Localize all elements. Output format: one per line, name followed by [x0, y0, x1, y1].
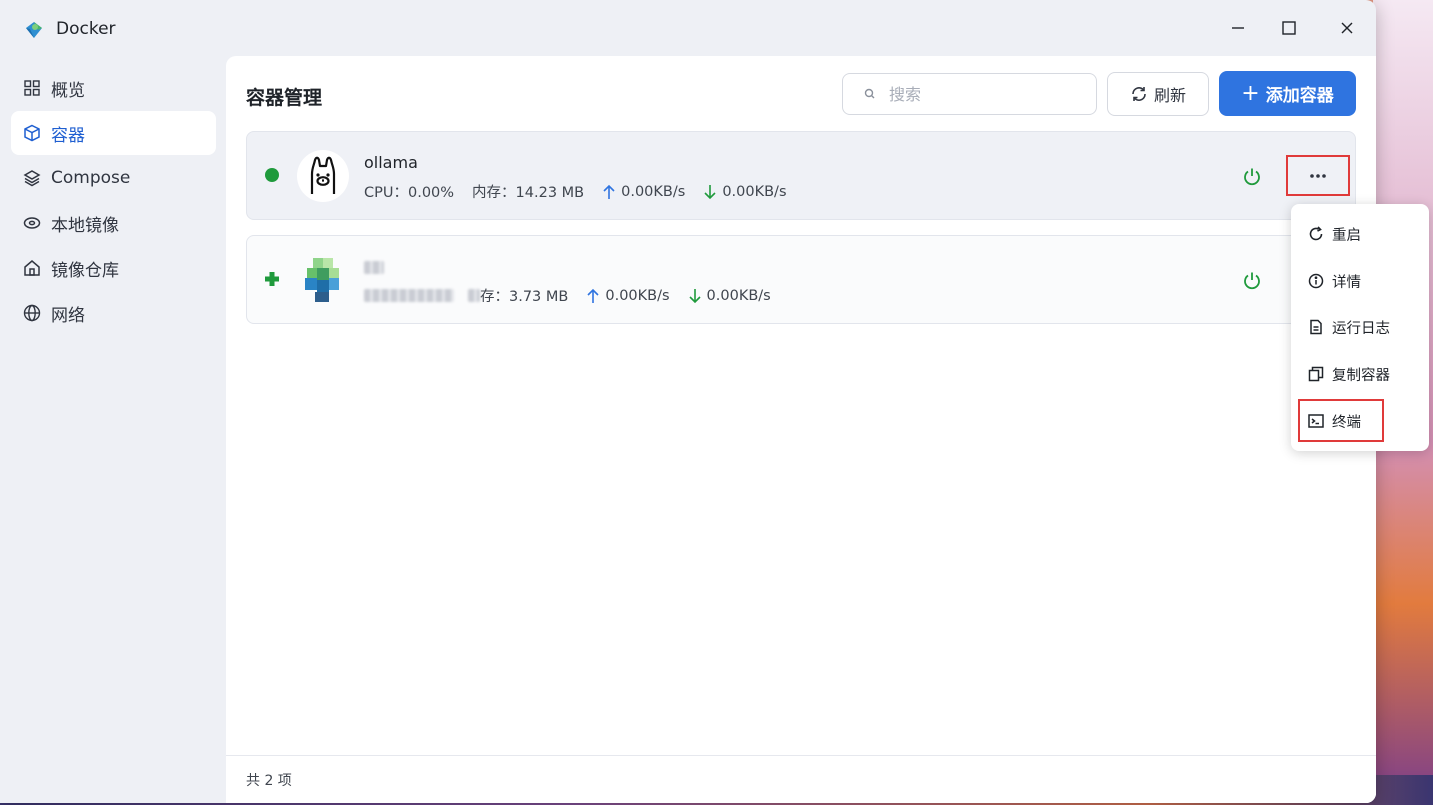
sidebar-item-label: 本地镜像 — [51, 215, 119, 236]
redacted-name — [364, 261, 384, 274]
refresh-button[interactable]: 刷新 — [1107, 72, 1209, 116]
sidebar-item-label: 镜像仓库 — [51, 260, 119, 281]
container-actions-menu: 重启 详情 运行日志 复制容器 终端 — [1291, 204, 1429, 451]
power-icon[interactable] — [1242, 271, 1262, 291]
search-box[interactable] — [842, 73, 1097, 115]
power-icon[interactable] — [1242, 167, 1262, 187]
app-window: Docker 概览 容器 Compose 本地镜像 镜像仓库 网络 容器管理 搜… — [0, 0, 1376, 803]
page-title: 容器管理 — [246, 87, 323, 109]
upload-arrow-icon — [602, 184, 616, 200]
upload-rate: 0.00KB/s — [621, 183, 686, 200]
copy-icon — [1307, 366, 1324, 383]
sidebar-item-registry[interactable]: 镜像仓库 — [11, 246, 216, 290]
container-name — [364, 257, 384, 276]
menu-item-terminal[interactable]: 终端 — [1299, 401, 1421, 441]
sidebar-item-label: 网络 — [51, 305, 85, 326]
title-bar: Docker — [0, 0, 1376, 56]
cpu-usage: CPU：0.00% — [364, 185, 455, 201]
sidebar-item-label: Compose — [51, 168, 131, 188]
info-icon — [1307, 273, 1324, 290]
grid-icon — [23, 79, 41, 97]
search-icon — [864, 88, 875, 99]
container-name: ollama — [364, 153, 418, 172]
menu-item-label: 复制容器 — [1332, 367, 1390, 384]
menu-item-copy[interactable]: 复制容器 — [1299, 354, 1421, 394]
download-arrow-icon — [703, 184, 717, 200]
minimize-button[interactable] — [1220, 12, 1256, 44]
redacted-cpu — [364, 289, 454, 302]
home-icon — [23, 259, 41, 277]
download-rate: 0.00KB/s — [722, 183, 787, 200]
minimize-icon — [1232, 27, 1244, 29]
sidebar-item-label: 概览 — [51, 80, 85, 101]
container-card-ollama[interactable]: ollama CPU：0.00% 内存：14.23 MB 0.00KB/s 0.… — [246, 131, 1356, 220]
globe-icon — [23, 304, 41, 322]
upload-rate: 0.00KB/s — [605, 287, 670, 304]
sidebar-item-network[interactable]: 网络 — [11, 291, 216, 335]
container-stats: 存：3.73 MB 0.00KB/s 0.00KB/s — [364, 285, 771, 306]
more-actions-button[interactable] — [1286, 155, 1350, 196]
download-rate: 0.00KB/s — [706, 287, 771, 304]
menu-item-label: 详情 — [1332, 274, 1361, 291]
restart-icon — [1307, 226, 1324, 243]
running-status-icon — [265, 168, 279, 182]
add-container-button[interactable]: + 添加容器 — [1219, 71, 1356, 116]
disk-icon — [23, 214, 41, 232]
container-avatar — [297, 254, 349, 306]
cube-icon — [23, 124, 41, 142]
redacted-mem-prefix — [468, 289, 480, 302]
app-title: Docker — [56, 19, 116, 39]
refresh-icon — [1132, 87, 1146, 101]
menu-item-details[interactable]: 详情 — [1299, 261, 1421, 301]
upload-arrow-icon — [586, 288, 600, 304]
footer-count: 共 2 项 — [226, 755, 1376, 803]
docker-logo-icon — [26, 22, 42, 38]
container-card-2[interactable]: 存：3.73 MB 0.00KB/s 0.00KB/s — [246, 235, 1356, 324]
maximize-button[interactable] — [1271, 12, 1307, 44]
sidebar-item-compose[interactable]: Compose — [11, 156, 216, 200]
log-icon — [1307, 319, 1324, 336]
menu-item-logs[interactable]: 运行日志 — [1299, 307, 1421, 347]
terminal-icon — [1307, 413, 1324, 430]
menu-item-label: 终端 — [1332, 414, 1361, 431]
add-container-label: 添加容器 — [1265, 86, 1334, 106]
running-status-icon — [265, 272, 279, 286]
item-count: 共 2 项 — [246, 772, 292, 789]
sidebar-item-label: 容器 — [51, 125, 85, 146]
close-icon — [1341, 22, 1353, 34]
sidebar-item-local-images[interactable]: 本地镜像 — [11, 201, 216, 245]
layers-icon — [23, 169, 41, 187]
sidebar-item-overview[interactable]: 概览 — [11, 66, 216, 110]
container-stats: CPU：0.00% 内存：14.23 MB 0.00KB/s 0.00KB/s — [364, 181, 787, 202]
sidebar-item-containers[interactable]: 容器 — [11, 111, 216, 155]
search-input[interactable] — [889, 84, 1079, 104]
maximize-icon — [1282, 21, 1296, 35]
menu-item-restart[interactable]: 重启 — [1299, 214, 1421, 254]
download-arrow-icon — [688, 288, 702, 304]
more-icon — [1310, 173, 1326, 178]
main-panel: 容器管理 刷新 + 添加容器 ol — [226, 56, 1376, 803]
menu-item-label: 重启 — [1332, 227, 1361, 244]
memory-usage: 存：3.73 MB — [480, 289, 569, 305]
close-button[interactable] — [1329, 12, 1365, 44]
refresh-label: 刷新 — [1153, 86, 1186, 105]
ollama-avatar — [297, 150, 349, 202]
plus-icon: + — [1241, 80, 1260, 106]
memory-usage: 内存：14.23 MB — [472, 185, 585, 201]
menu-item-label: 运行日志 — [1332, 320, 1390, 337]
